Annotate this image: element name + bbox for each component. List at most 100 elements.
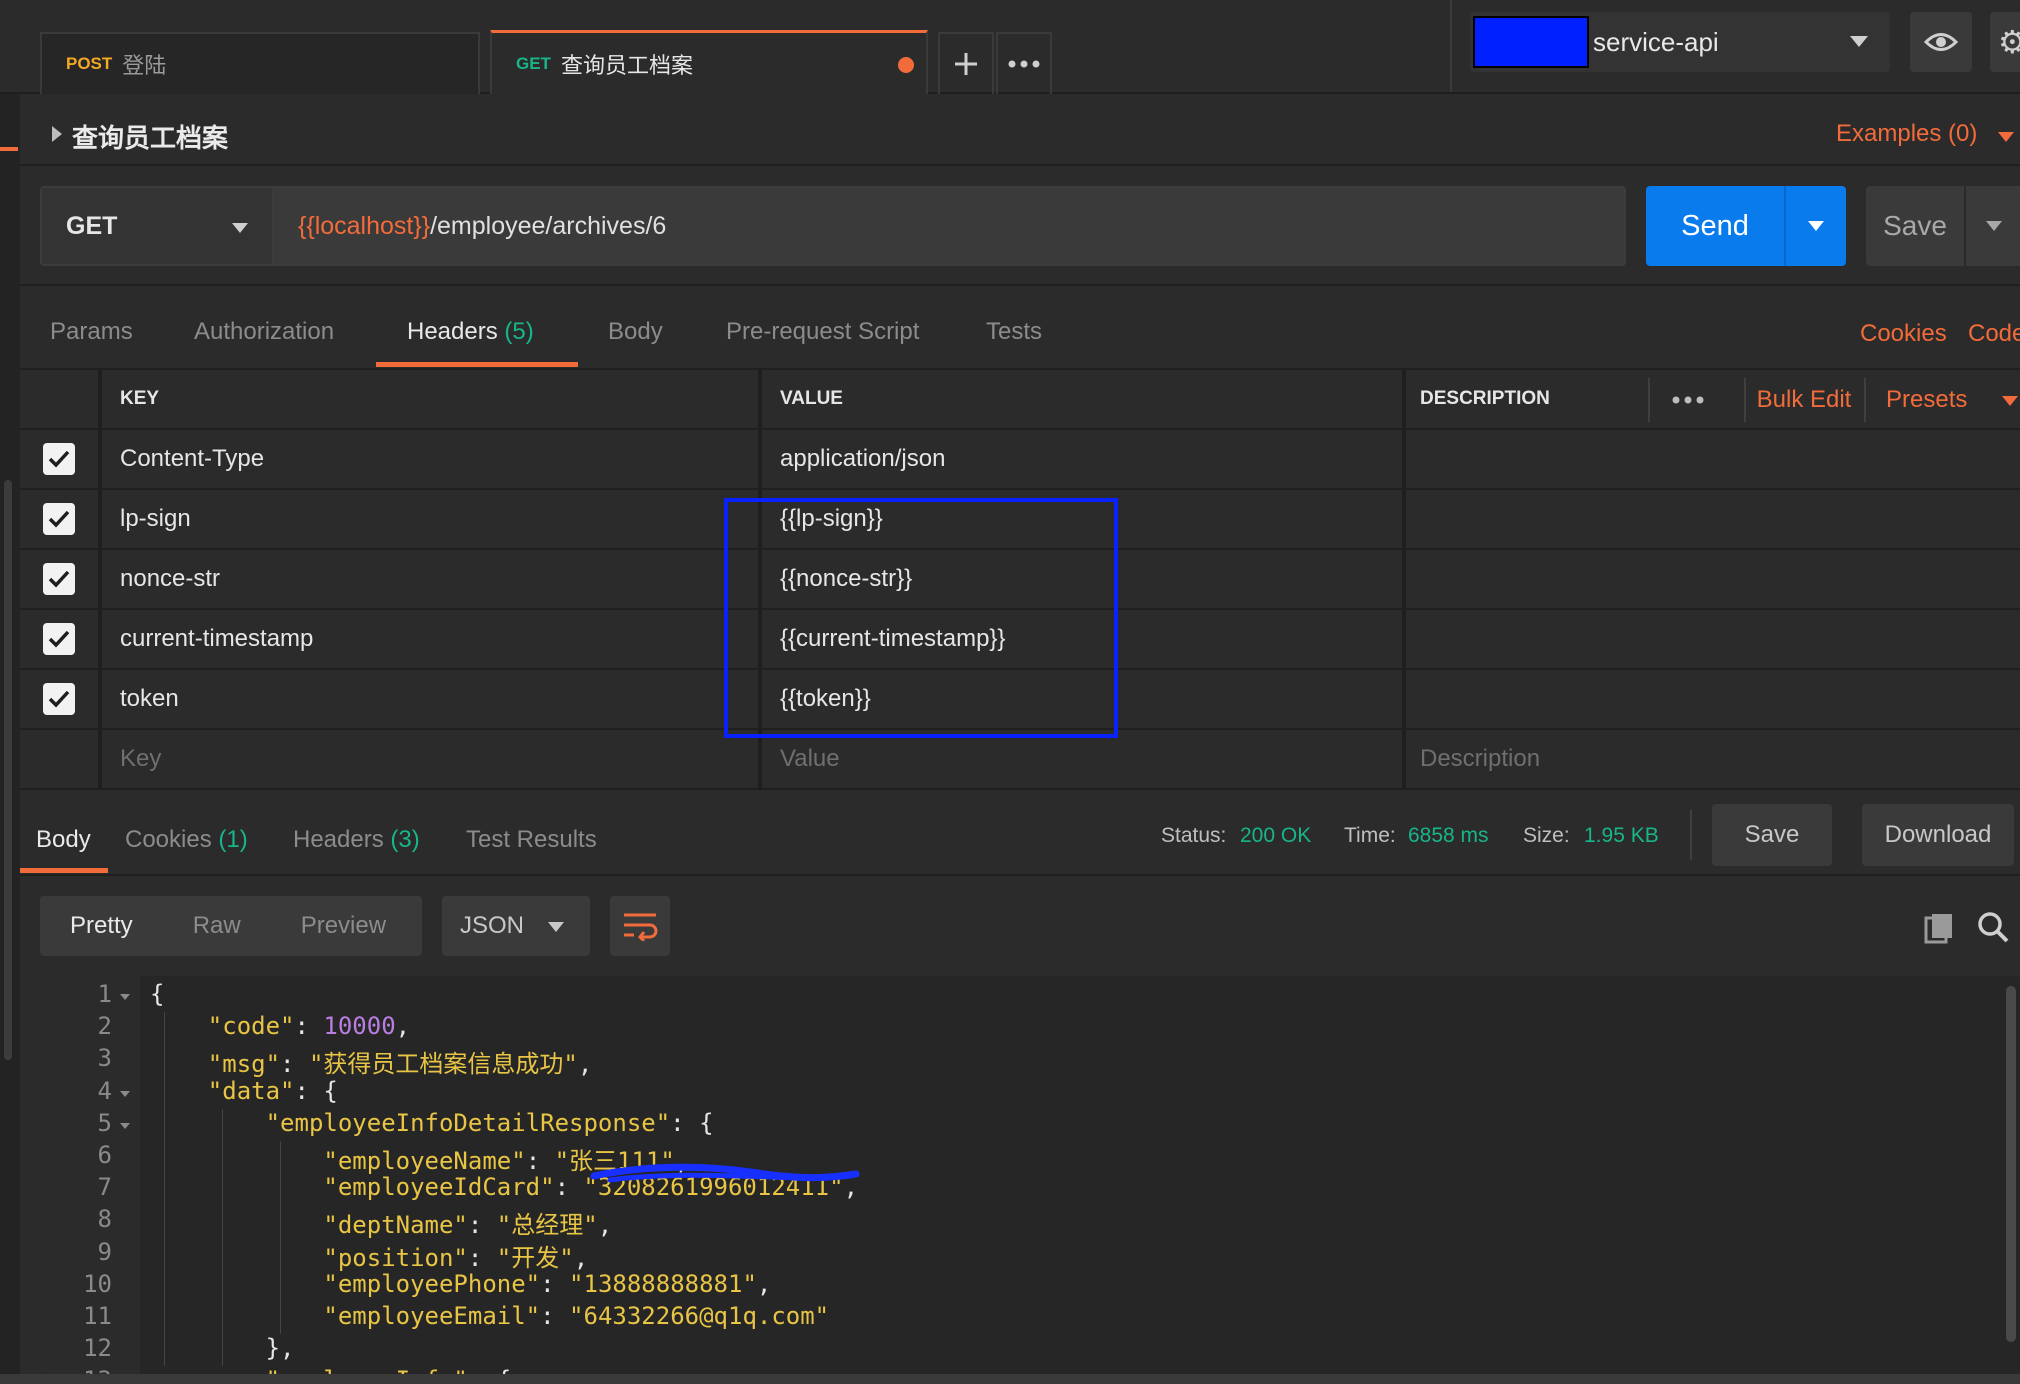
header-key-cell[interactable]: token	[102, 670, 762, 728]
chevron-down-icon[interactable]	[2002, 396, 2018, 406]
header-value-cell[interactable]: application/json	[762, 430, 1406, 488]
expand-caret-icon[interactable]	[52, 126, 62, 142]
response-body-editor[interactable]: { "code": 10000, "msg": "获得员工档案信息成功", "d…	[40, 976, 2020, 1376]
row-enabled-checkbox[interactable]	[43, 683, 75, 715]
new-tab-button[interactable]	[938, 32, 994, 94]
manage-environments-button[interactable]: ⚙	[1990, 12, 2020, 72]
sidebar-active-marker	[0, 147, 18, 151]
line-number: 1	[97, 980, 112, 1008]
time-value[interactable]: 6858 ms	[1408, 824, 1489, 848]
check-icon	[48, 510, 70, 528]
code-token: :	[525, 1147, 555, 1175]
view-mode-pretty[interactable]: Pretty	[70, 912, 133, 940]
status-value[interactable]: 200 OK	[1240, 824, 1311, 848]
check-icon	[48, 630, 70, 648]
more-tabs-button[interactable]	[996, 32, 1052, 94]
header-key-cell[interactable]: Content-Type	[102, 430, 762, 488]
line-number: 10	[83, 1269, 112, 1298]
request-name[interactable]: 查询员工档案	[72, 118, 228, 155]
code-token: "code"	[207, 1012, 295, 1041]
format-select[interactable]: JSON	[442, 896, 590, 956]
response-tab-body[interactable]: Body	[36, 826, 91, 854]
code-token: :	[554, 1173, 584, 1202]
chevron-down-icon[interactable]	[1986, 221, 2002, 231]
row-enabled-checkbox[interactable]	[43, 623, 75, 655]
cookies-link[interactable]: Cookies	[1860, 320, 1947, 348]
divider	[1964, 186, 1966, 266]
download-response-button[interactable]: Download	[1862, 804, 2014, 866]
tab-tests[interactable]: Tests	[986, 318, 1042, 346]
request-tab-login[interactable]: POST 登陆	[40, 32, 480, 94]
save-label: Save	[1883, 210, 1947, 241]
save-response-button[interactable]: Save	[1712, 804, 1832, 866]
presets-dropdown[interactable]: Presets	[1886, 370, 1967, 430]
line-number: 5	[97, 1108, 112, 1137]
row-enabled-checkbox[interactable]	[43, 443, 75, 475]
active-tab-indicator	[376, 362, 578, 367]
chevron-down-icon	[548, 922, 564, 932]
request-tab-employee-archive[interactable]: GET 查询员工档案	[490, 30, 928, 94]
code-line: "employeeEmail": "64332266@q1q.com"	[150, 1302, 829, 1330]
code-token: ,	[756, 1269, 772, 1298]
url-input[interactable]: {{localhost}}/employee/archives/6	[272, 186, 1626, 266]
fold-caret-icon[interactable]	[120, 994, 130, 1000]
redaction-scribble	[590, 1163, 860, 1183]
new-key-input[interactable]: Key	[102, 730, 762, 788]
header-key-cell[interactable]: lp-sign	[102, 490, 762, 548]
response-tab-test-results[interactable]: Test Results	[466, 826, 597, 854]
size-value[interactable]: 1.95 KB	[1584, 824, 1659, 848]
code-link[interactable]: Code	[1968, 320, 2020, 348]
search-icon[interactable]	[1976, 910, 2010, 949]
fold-caret-icon[interactable]	[120, 1090, 130, 1097]
examples-dropdown[interactable]: Examples (0)	[1836, 120, 1977, 148]
wrap-lines-button[interactable]	[610, 896, 670, 956]
bulk-edit-button[interactable]: Bulk Edit	[1744, 370, 1864, 430]
chevron-down-icon[interactable]	[1808, 221, 1824, 231]
check-icon	[48, 450, 70, 468]
save-button[interactable]: Save	[1866, 186, 2020, 266]
table-row-new: Key Value Description	[20, 730, 2020, 790]
line-number: 12	[83, 1334, 112, 1363]
header-description-cell[interactable]	[1406, 550, 2020, 608]
view-mode-raw[interactable]: Raw	[193, 912, 241, 940]
editor-scrollbar[interactable]	[2006, 986, 2016, 1342]
row-enabled-checkbox[interactable]	[43, 563, 75, 595]
more-dots-icon	[1672, 396, 1704, 404]
header-description-cell[interactable]	[1406, 670, 2020, 728]
header-description-cell[interactable]	[1406, 430, 2020, 488]
copy-icon[interactable]	[1924, 912, 1956, 949]
row-checkbox-cell	[20, 550, 102, 608]
code-line: "msg": "获得员工档案信息成功",	[150, 1044, 593, 1079]
response-tab-cookies[interactable]: Cookies (1)	[125, 826, 248, 854]
header-description-cell[interactable]	[1406, 490, 2020, 548]
tab-body[interactable]: Body	[608, 318, 663, 346]
code-line: {	[150, 980, 164, 1008]
table-options-button[interactable]	[1672, 370, 1704, 430]
tab-method-badge: GET	[516, 53, 551, 73]
tab-pre-request-script[interactable]: Pre-request Script	[726, 318, 919, 346]
code-token: "position"	[323, 1243, 468, 1272]
check-icon	[48, 690, 70, 708]
tab-params[interactable]: Params	[50, 318, 133, 346]
view-mode-preview[interactable]: Preview	[301, 912, 386, 940]
chevron-down-icon[interactable]	[1998, 132, 2014, 142]
fold-caret-icon[interactable]	[120, 1122, 130, 1129]
sidebar-scrollbar[interactable]	[4, 480, 12, 1060]
row-enabled-checkbox[interactable]	[43, 503, 75, 535]
tab-authorization[interactable]: Authorization	[194, 318, 334, 346]
tab-headers[interactable]: Headers (5)	[407, 318, 534, 346]
horizontal-scrollbar[interactable]	[0, 1374, 2020, 1384]
environment-select[interactable]: service-api	[1470, 12, 1890, 72]
header-description-cell[interactable]	[1406, 610, 2020, 668]
http-method-select[interactable]: GET	[40, 186, 272, 266]
send-button[interactable]: Send	[1646, 186, 1846, 266]
divider	[1450, 0, 1452, 92]
environment-quick-look-button[interactable]	[1910, 12, 1972, 72]
new-description-input[interactable]: Description	[1406, 730, 2020, 788]
header-key-cell[interactable]: current-timestamp	[102, 610, 762, 668]
response-tab-headers[interactable]: Headers (3)	[293, 826, 420, 854]
new-value-input[interactable]: Value	[762, 730, 1406, 788]
header-key-cell[interactable]: nonce-str	[102, 550, 762, 608]
